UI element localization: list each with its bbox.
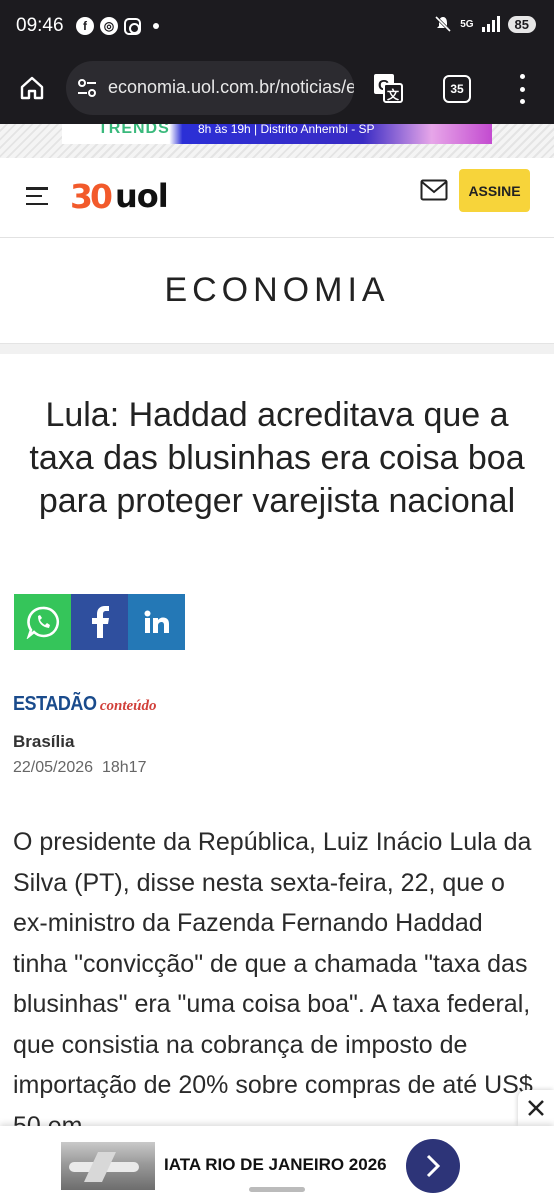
source-name: ESTADÃO: [13, 693, 97, 715]
home-icon: [20, 76, 44, 100]
section-divider: [0, 343, 554, 354]
site-settings-icon[interactable]: [76, 77, 98, 99]
home-button[interactable]: [14, 70, 50, 106]
facebook-notification-icon: f: [76, 17, 94, 35]
share-buttons: [14, 594, 185, 650]
linkedin-icon: [144, 610, 169, 633]
logo-30-years: 30: [70, 176, 113, 216]
article-body: O presidente da República, Luiz Inácio L…: [13, 828, 533, 1140]
browser-menu-button[interactable]: [510, 74, 534, 104]
mute-icon: [435, 15, 452, 33]
more-notifications-icon: [153, 23, 159, 29]
url-bar[interactable]: economia.uol.com.br/noticias/e: [66, 61, 354, 115]
status-time: 09:46: [16, 15, 64, 36]
site-header: 30 uol ASSINE: [0, 158, 554, 238]
article-date: 22/05/2026 18h17: [13, 759, 147, 776]
share-facebook-button[interactable]: [71, 594, 128, 650]
tabs-button[interactable]: 35: [443, 75, 471, 103]
status-bar: 09:46 f ◎ 5G 85: [0, 0, 554, 54]
close-ad-button[interactable]: [518, 1090, 554, 1126]
ad-airplane-image: [61, 1142, 155, 1190]
chevron-right-icon: [426, 1154, 441, 1178]
translate-icon[interactable]: G 文: [372, 72, 404, 104]
gesture-nav-handle[interactable]: [249, 1187, 305, 1192]
logo-uol-text: uol: [114, 177, 169, 215]
article-headline: Lula: Haddad acreditava que a taxa das b…: [29, 396, 525, 520]
share-whatsapp-button[interactable]: [14, 594, 71, 650]
hamburger-menu-icon[interactable]: [26, 187, 48, 205]
top-ad-banner[interactable]: TRENDS 8h às 19h | Distrito Anhembi - SP: [62, 124, 492, 144]
source-suffix: conteúdo: [99, 698, 157, 714]
whatsapp-icon: [26, 606, 59, 639]
top-ad-brand: TRENDS: [98, 124, 170, 137]
url-text: economia.uol.com.br/noticias/e: [108, 77, 354, 97]
browser-toolbar: economia.uol.com.br/noticias/e G 文 35: [0, 54, 554, 124]
close-icon: [528, 1100, 544, 1116]
instagram-notification-icon: [124, 17, 141, 35]
svg-text:文: 文: [387, 87, 400, 102]
section-header: ECONOMIA: [0, 238, 554, 343]
signal-icon: [481, 16, 500, 32]
section-title[interactable]: ECONOMIA: [164, 271, 389, 310]
status-app-icons: f ◎: [76, 17, 159, 35]
top-ad-area: TRENDS 8h às 19h | Distrito Anhembi - SP: [0, 124, 554, 158]
article-location: Brasília: [13, 732, 75, 751]
subscribe-button[interactable]: ASSINE: [459, 169, 530, 212]
ad-title: IATA RIO DE JANEIRO 2026: [164, 1155, 387, 1174]
battery-indicator: 85: [507, 15, 536, 33]
mail-icon[interactable]: [420, 179, 448, 201]
estadao-conteudo-logo: ESTADÃO conteúdo: [13, 693, 156, 716]
share-linkedin-button[interactable]: [128, 594, 185, 650]
network-type: 5G: [460, 18, 474, 30]
top-ad-details: 8h às 19h | Distrito Anhembi - SP: [198, 124, 375, 136]
status-right: 5G 85: [434, 15, 536, 33]
ad-open-button[interactable]: [406, 1139, 460, 1193]
facebook-icon: [91, 606, 109, 638]
uol-logo[interactable]: 30 uol: [70, 176, 169, 216]
chrome-notification-icon: ◎: [100, 17, 118, 35]
